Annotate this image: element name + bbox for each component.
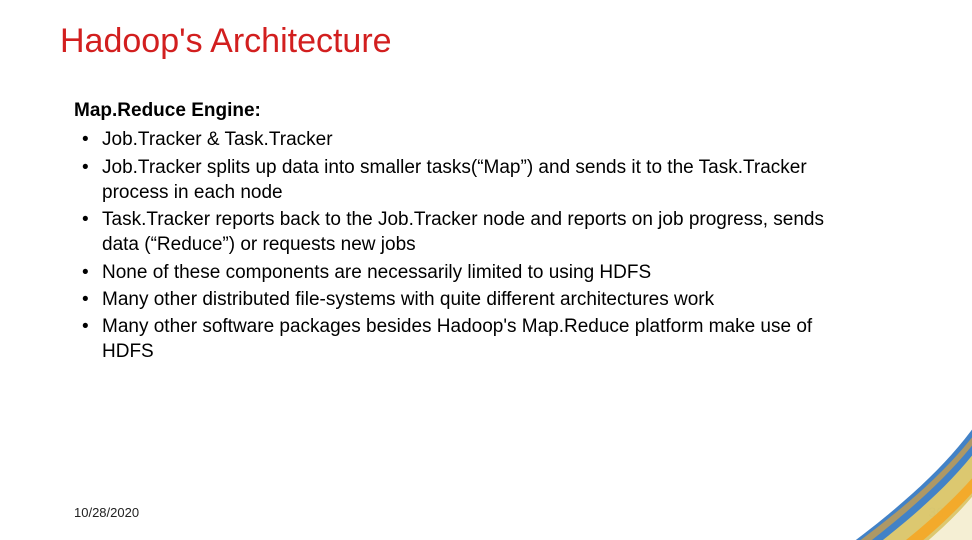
footer-date: 10/28/2020 [74, 505, 139, 520]
list-item: Many other software packages besides Had… [74, 314, 864, 365]
body-subheading: Map.Reduce Engine: [74, 98, 864, 123]
list-item: Task.Tracker reports back to the Job.Tra… [74, 207, 864, 258]
slide-body: Map.Reduce Engine: Job.Tracker & Task.Tr… [74, 98, 864, 367]
slide-title: Hadoop's Architecture [60, 22, 392, 61]
list-item: Many other distributed file-systems with… [74, 287, 864, 312]
list-item: None of these components are necessarily… [74, 260, 864, 285]
list-item: Job.Tracker splits up data into smaller … [74, 155, 864, 206]
slide: Hadoop's Architecture Map.Reduce Engine:… [0, 0, 972, 540]
page-number: 36 [928, 504, 944, 520]
list-item: Job.Tracker & Task.Tracker [74, 127, 864, 152]
bullet-list: Job.Tracker & Task.Tracker Job.Tracker s… [74, 127, 864, 364]
